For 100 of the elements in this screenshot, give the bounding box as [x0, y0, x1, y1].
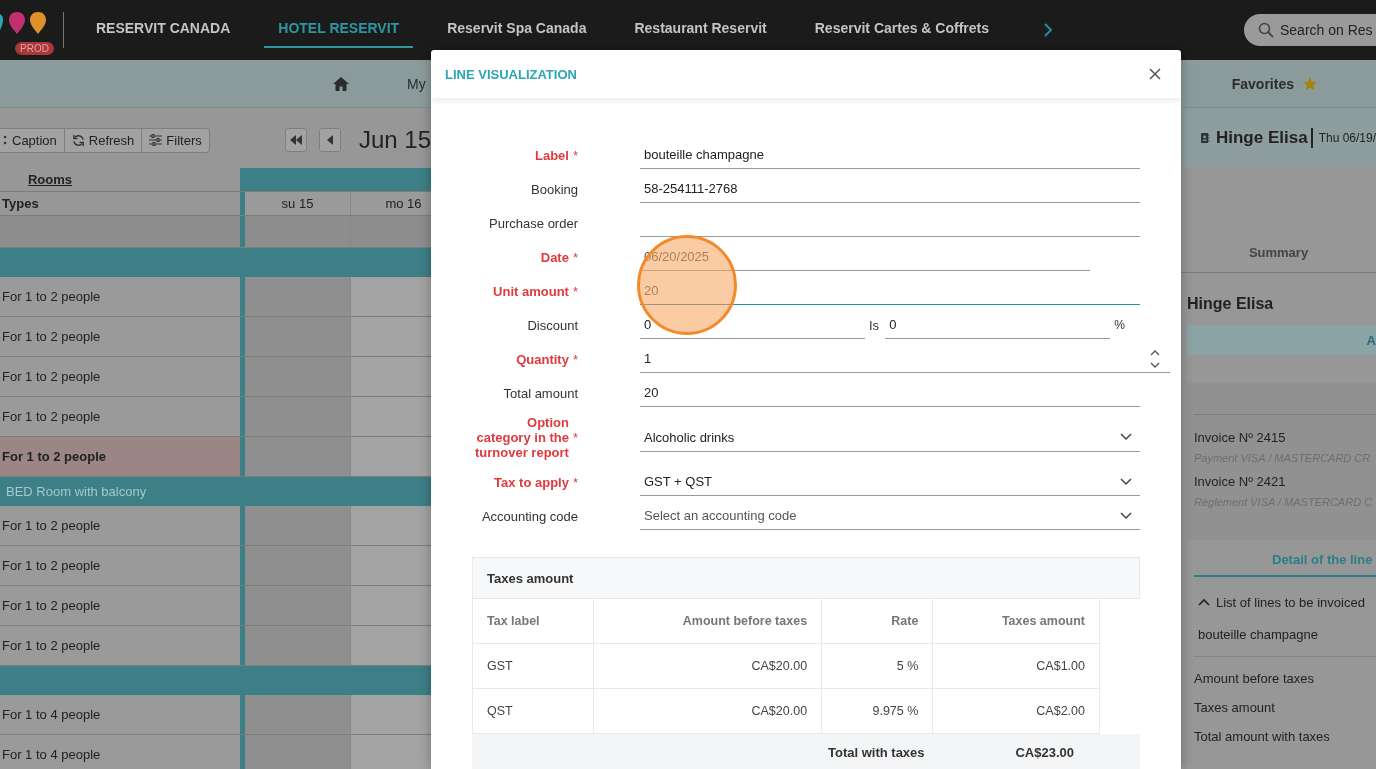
invoice-title[interactable]: Invoice Nº 2421	[1194, 474, 1376, 496]
field-label: Accounting code	[481, 508, 578, 524]
availability-cell[interactable]	[351, 586, 431, 625]
lines-section-toggle[interactable]: List of lines to be invoiced	[1198, 593, 1376, 611]
table-cell: QST	[472, 688, 594, 734]
fast-back-button[interactable]	[284, 128, 307, 152]
text-field[interactable]: 20	[640, 379, 1140, 407]
product-tab[interactable]: Reservit Cartes & Coffrets	[800, 10, 1004, 48]
column-header: Rate	[821, 599, 933, 644]
spinner-icon[interactable]	[1150, 348, 1160, 370]
discount-separator: Is	[869, 317, 880, 333]
search-icon	[1258, 22, 1274, 38]
rewind-icon	[289, 135, 302, 145]
select-field[interactable]: Select an accounting code	[640, 502, 1140, 530]
text-field[interactable]: 58-254111-2768	[640, 175, 1140, 203]
select-field[interactable]: Alcoholic drinks	[640, 423, 1140, 452]
field-label: Booking	[531, 181, 578, 197]
close-icon	[1149, 68, 1161, 80]
current-date: Jun 15	[358, 126, 431, 154]
text-field[interactable]: bouteille champagne	[640, 141, 1140, 169]
availability-cell[interactable]	[245, 586, 351, 625]
discount-percent-field[interactable]: 0	[885, 311, 1111, 339]
required-mark: *	[572, 474, 578, 490]
customer-name: Hinge Elisa	[1216, 128, 1313, 148]
invoice-title[interactable]: Invoice Nº 2415	[1194, 430, 1376, 452]
field-label: Total amount	[503, 385, 578, 401]
table-cell: 9.975 %	[821, 688, 933, 734]
table-cell: GST	[472, 643, 594, 689]
dots-icon	[4, 134, 8, 146]
menu-link[interactable]: My	[407, 75, 426, 92]
product-tab[interactable]: RESERVIT CANADA	[82, 10, 245, 48]
field-label: Discount	[527, 317, 578, 333]
total-label: Taxes amount	[1194, 700, 1276, 717]
required-mark: *	[572, 351, 578, 367]
banner-text: A	[1366, 332, 1376, 348]
availability-cell[interactable]	[245, 546, 351, 585]
availability-cell[interactable]	[351, 695, 431, 734]
invoice-line[interactable]: bouteille champagne	[1194, 627, 1376, 657]
table-cell: 5 %	[821, 643, 933, 689]
availability-cell[interactable]	[245, 506, 351, 545]
table-cell: CA$1.00	[932, 643, 1100, 689]
star-icon[interactable]	[1302, 75, 1318, 92]
discount-amount-field[interactable]: 0	[640, 311, 865, 339]
previous-button[interactable]	[318, 128, 341, 152]
availability-cell[interactable]	[245, 317, 351, 356]
field-label: Purchase order	[489, 215, 578, 231]
product-tab[interactable]: HOTEL RESERVIT	[264, 10, 414, 48]
chevron-down-icon	[1120, 433, 1132, 441]
home-icon[interactable]	[332, 75, 350, 92]
types-header: Types	[2, 196, 39, 211]
chevron-right-icon[interactable]	[1043, 23, 1054, 37]
required-mark: *	[572, 430, 578, 445]
availability-cell[interactable]	[351, 277, 431, 316]
availability-cell[interactable]	[351, 546, 431, 585]
refresh-icon	[71, 133, 85, 147]
required-mark: *	[572, 283, 578, 299]
search-field[interactable]: Search on Res	[1244, 14, 1376, 46]
availability-cell[interactable]	[245, 277, 351, 316]
availability-cell[interactable]	[351, 437, 431, 476]
customer-title: Hinge Elisa	[1187, 295, 1275, 314]
toolbar-button[interactable]: Caption	[0, 128, 64, 152]
availability-cell[interactable]	[245, 437, 351, 476]
availability-cell[interactable]	[245, 735, 351, 769]
availability-cell[interactable]	[351, 357, 431, 396]
toolbar-button[interactable]: Filters	[141, 128, 209, 152]
availability-cell[interactable]	[245, 357, 351, 396]
chevron-down-icon	[1120, 511, 1132, 520]
availability-cell[interactable]	[351, 317, 431, 356]
column-header: Taxes amount	[932, 599, 1100, 644]
required-mark: *	[572, 249, 578, 265]
field-label: Option category in the turnover report	[474, 415, 569, 460]
field-label: Tax to apply	[494, 474, 569, 490]
column-header: Tax label	[472, 599, 594, 644]
percent-unit: %	[1114, 318, 1125, 332]
field-label: Unit amount	[493, 283, 569, 299]
select-field[interactable]: GST + QST	[640, 468, 1140, 496]
availability-cell[interactable]	[351, 626, 431, 665]
total-label: Amount before taxes	[1194, 671, 1315, 688]
field-label: Label	[534, 147, 569, 163]
product-tab[interactable]: Restaurant Reservit	[620, 10, 781, 48]
column-header: Amount before taxes	[593, 599, 822, 644]
favorites-link[interactable]: Favorites	[1231, 75, 1294, 92]
availability-cell[interactable]	[245, 695, 351, 734]
rooms-header[interactable]: Rooms	[27, 172, 73, 187]
availability-cell[interactable]	[245, 626, 351, 665]
table-cell: CA$20.00	[593, 688, 822, 734]
field-label: Date	[540, 249, 569, 265]
chevron-down-icon	[1120, 477, 1132, 486]
room-type-cell[interactable]: For 1 to 2 people	[0, 437, 240, 476]
room-category: BED Room with balcony	[6, 484, 147, 499]
availability-cell[interactable]	[351, 506, 431, 545]
required-mark: *	[572, 147, 578, 163]
number-field[interactable]: 1	[640, 345, 1170, 373]
caret-left-icon	[326, 135, 333, 145]
product-tab[interactable]: Reservit Spa Canada	[433, 10, 601, 48]
logo-pins-icon[interactable]	[0, 10, 48, 36]
availability-cell[interactable]	[245, 397, 351, 436]
table-cell: CA$2.00	[932, 688, 1100, 734]
toolbar-button[interactable]: Refresh	[63, 128, 142, 152]
availability-cell[interactable]	[351, 397, 431, 436]
